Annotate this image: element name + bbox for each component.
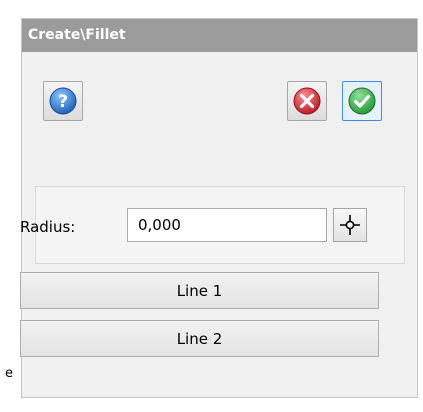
line-1-button[interactable]: Line 1 — [20, 272, 379, 309]
svg-text:?: ? — [58, 92, 68, 112]
line-2-button[interactable]: Line 2 — [20, 320, 379, 357]
ok-button[interactable] — [342, 81, 382, 121]
radius-label: Radius: — [20, 218, 76, 236]
cancel-button[interactable] — [287, 81, 327, 121]
edge-text: e — [5, 366, 13, 381]
cancel-icon — [293, 87, 321, 115]
crosshair-icon — [340, 215, 360, 235]
radius-input[interactable] — [127, 208, 327, 242]
ok-check-icon — [348, 87, 376, 115]
help-icon: ? — [49, 87, 77, 115]
panel-title: Create\Fillet — [22, 19, 417, 52]
help-button[interactable]: ? — [43, 81, 83, 121]
pick-point-button[interactable] — [333, 208, 367, 242]
